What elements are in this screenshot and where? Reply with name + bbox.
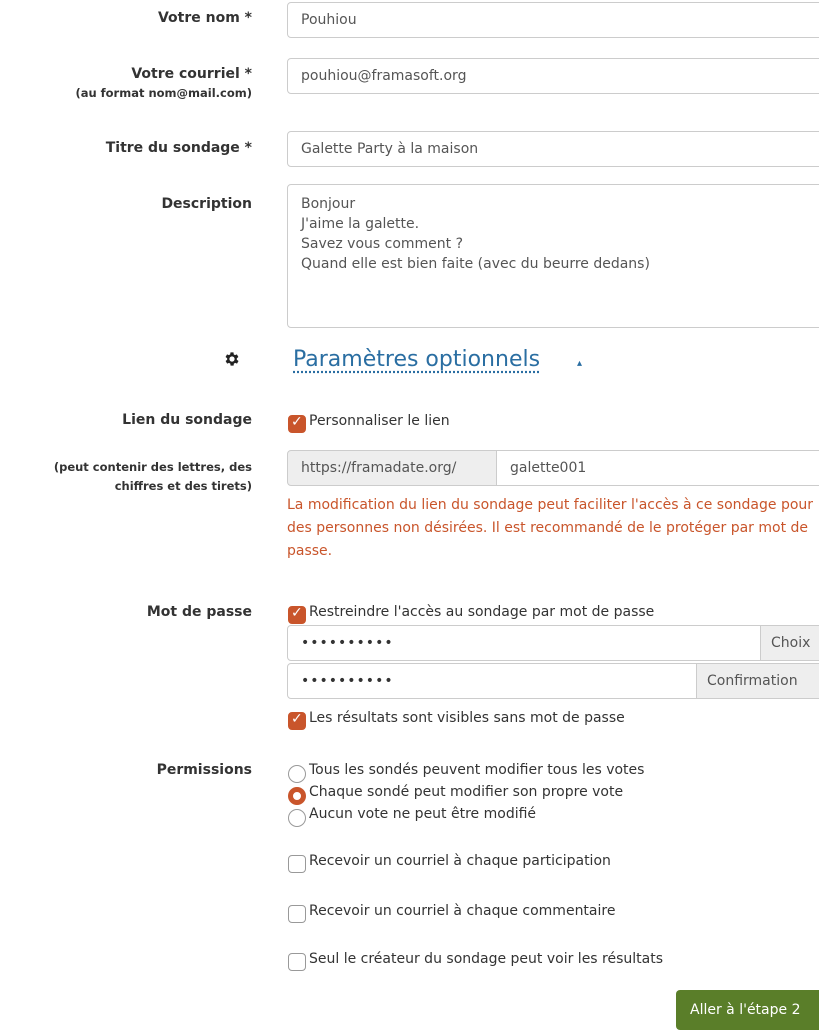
notify-comment-checkbox[interactable] xyxy=(288,905,306,923)
name-label: Votre nom * xyxy=(157,10,252,26)
url-prefix-addon: https://framadate.org/ xyxy=(287,450,497,486)
creator-only-results-label[interactable]: Seul le créateur du sondage peut voir le… xyxy=(309,951,663,967)
password-input[interactable]: •••••••••• xyxy=(287,625,761,661)
link-warning-text: La modification du lien du sondage peut … xyxy=(287,497,814,559)
email-format-hint: (au format nom@mail.com) xyxy=(75,86,252,100)
notify-comment-label[interactable]: Recevoir un courriel à chaque commentair… xyxy=(309,903,615,919)
customize-link-label[interactable]: Personnaliser le lien xyxy=(309,413,450,429)
permissions-label: Permissions xyxy=(156,762,252,778)
customize-link-checkbox[interactable] xyxy=(288,414,306,433)
next-step-button[interactable]: Aller à l'étape 2 xyxy=(676,990,819,1030)
permission-option-own[interactable]: Chaque sondé peut modifier son propre vo… xyxy=(309,784,623,800)
notify-participation-checkbox[interactable] xyxy=(288,855,306,873)
password-confirm-input[interactable]: •••••••••• xyxy=(287,663,697,699)
permission-option-none[interactable]: Aucun vote ne peut être modifié xyxy=(309,806,536,822)
link-hint-line2: chiffres et des tirets) xyxy=(114,479,252,493)
password-choice-addon: Choix xyxy=(760,625,819,661)
link-hint-line1: (peut contenir des lettres, des xyxy=(53,460,252,474)
optional-params-toggle[interactable]: Paramètres optionnels xyxy=(293,347,540,372)
description-line: Quand elle est bien faite (avec du beurr… xyxy=(301,256,650,272)
title-input[interactable]: Galette Party à la maison xyxy=(287,131,819,167)
permission-radio-none[interactable] xyxy=(288,809,306,827)
restrict-access-label[interactable]: Restreindre l'accès au sondage par mot d… xyxy=(309,604,654,620)
permission-option-all[interactable]: Tous les sondés peuvent modifier tous le… xyxy=(309,762,644,778)
creator-only-results-checkbox[interactable] xyxy=(288,953,306,971)
link-label: Lien du sondage xyxy=(122,412,252,428)
email-input[interactable]: pouhiou@framasoft.org xyxy=(287,58,819,94)
collapse-caret-icon[interactable]: ▴ xyxy=(577,358,582,369)
results-visible-label[interactable]: Les résultats sont visibles sans mot de … xyxy=(309,710,625,726)
password-label: Mot de passe xyxy=(146,604,252,620)
poll-link-input[interactable]: galette001 xyxy=(496,450,819,486)
name-input[interactable]: Pouhiou xyxy=(287,2,819,38)
results-visible-checkbox[interactable] xyxy=(288,711,306,730)
description-label: Description xyxy=(161,196,252,212)
description-line: J'aime la galette. xyxy=(301,216,420,232)
permission-radio-all[interactable] xyxy=(288,765,306,783)
description-textarea[interactable]: Bonjour J'aime la galette. Savez vous co… xyxy=(287,184,819,328)
notify-participation-label[interactable]: Recevoir un courriel à chaque participat… xyxy=(309,853,611,869)
gear-icon xyxy=(225,352,239,366)
description-line: Bonjour xyxy=(301,196,356,212)
email-label: Votre courriel * xyxy=(131,66,252,82)
title-label: Titre du sondage * xyxy=(105,140,252,156)
description-line: Savez vous comment ? xyxy=(301,236,464,252)
restrict-access-checkbox[interactable] xyxy=(288,605,306,624)
permission-radio-own[interactable] xyxy=(288,787,306,805)
password-confirm-addon: Confirmation xyxy=(696,663,819,699)
